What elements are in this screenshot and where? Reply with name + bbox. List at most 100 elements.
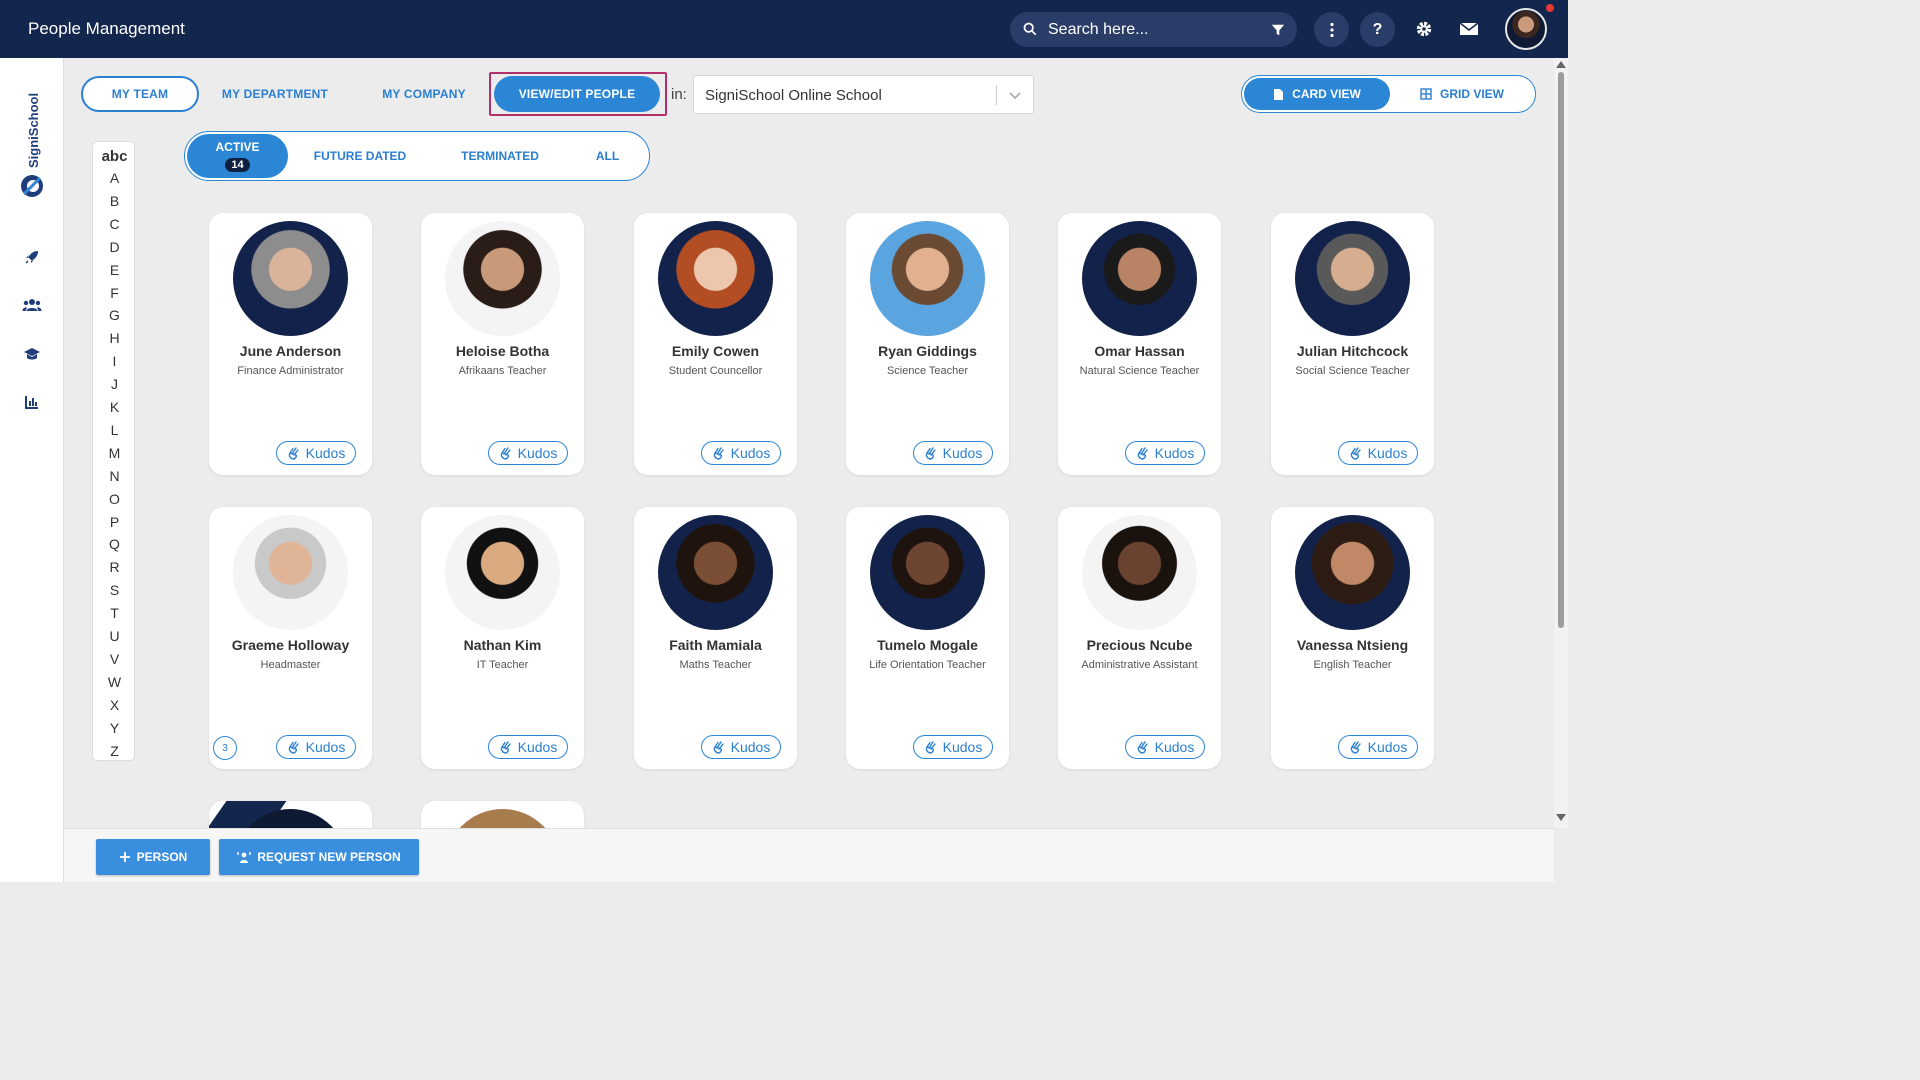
clap-icon bbox=[1350, 741, 1361, 754]
alpha-letter-j[interactable]: J bbox=[93, 376, 136, 392]
add-person-button[interactable]: PERSON bbox=[96, 839, 210, 875]
svg-text:SigniSchool: SigniSchool bbox=[26, 93, 41, 168]
person-name: Vanessa Ntsieng bbox=[1296, 637, 1409, 653]
person-card[interactable]: Precious Ncube Administrative Assistant Ku… bbox=[1058, 507, 1221, 769]
alpha-letter-z[interactable]: Z bbox=[93, 743, 136, 759]
scroll-up-arrow[interactable] bbox=[1556, 61, 1566, 68]
person-card[interactable]: Graeme Holloway Headmaster 3 Kudos bbox=[209, 507, 372, 769]
alpha-letter-c[interactable]: C bbox=[93, 216, 136, 232]
status-tab-all[interactable]: ALL bbox=[580, 134, 635, 178]
kudos-count-bubble[interactable]: 3 bbox=[213, 736, 237, 760]
kudos-button[interactable]: Kudos bbox=[1338, 441, 1418, 465]
kudos-button[interactable]: Kudos bbox=[913, 441, 993, 465]
alpha-letter-u[interactable]: U bbox=[93, 628, 136, 644]
grid-view-button[interactable]: GRID VIEW bbox=[1392, 78, 1532, 110]
alpha-letter-d[interactable]: D bbox=[93, 239, 136, 255]
alpha-letter-v[interactable]: V bbox=[93, 651, 136, 667]
alpha-letter-f[interactable]: F bbox=[93, 285, 136, 301]
alpha-letter-e[interactable]: E bbox=[93, 262, 136, 278]
alpha-letter-g[interactable]: G bbox=[93, 307, 136, 323]
filter-icon[interactable] bbox=[1271, 23, 1285, 37]
alpha-letter-t[interactable]: T bbox=[93, 605, 136, 621]
school-select[interactable]: SigniSchool Online School bbox=[693, 75, 1034, 114]
kudos-button[interactable]: Kudos bbox=[701, 735, 781, 759]
status-tab-active[interactable]: ACTIVE 14 bbox=[187, 134, 288, 178]
person-role: Social Science Teacher bbox=[1295, 365, 1410, 377]
status-tab-future-dated[interactable]: FUTURE DATED bbox=[300, 134, 420, 178]
alpha-letter-i[interactable]: I bbox=[93, 353, 136, 369]
person-card[interactable]: Tumelo Mogale Life Orientation Teacher Kud… bbox=[846, 507, 1009, 769]
person-role: Finance Administrator bbox=[237, 365, 344, 377]
person-card[interactable]: Julian Hitchcock Social Science Teacher Ku… bbox=[1271, 213, 1434, 475]
alpha-letter-h[interactable]: H bbox=[93, 330, 136, 346]
alpha-letter-l[interactable]: L bbox=[93, 422, 136, 438]
kudos-button[interactable]: Kudos bbox=[1338, 735, 1418, 759]
messages-button[interactable] bbox=[1458, 18, 1480, 40]
rail-reports[interactable] bbox=[21, 391, 43, 413]
alpha-all[interactable]: abc bbox=[93, 148, 136, 165]
alpha-letter-y[interactable]: Y bbox=[93, 720, 136, 736]
kudos-label: Kudos bbox=[942, 445, 983, 461]
alpha-letter-p[interactable]: P bbox=[93, 514, 136, 530]
person-card[interactable]: Emily Cowen Student Councellor Kudos bbox=[634, 213, 797, 475]
person-role: Administrative Assistant bbox=[1081, 659, 1198, 671]
search-input[interactable] bbox=[1048, 17, 1258, 42]
alpha-letter-q[interactable]: Q bbox=[93, 536, 136, 552]
request-new-person-button[interactable]: REQUEST NEW PERSON bbox=[219, 839, 419, 875]
person-card-partial[interactable] bbox=[209, 801, 372, 828]
kudos-button[interactable]: Kudos bbox=[276, 441, 356, 465]
tab-my-department[interactable]: MY DEPARTMENT bbox=[209, 76, 341, 112]
kudos-button[interactable]: Kudos bbox=[913, 735, 993, 759]
scroll-down-arrow[interactable] bbox=[1556, 814, 1566, 821]
rail-people[interactable] bbox=[21, 294, 43, 316]
person-card[interactable]: Omar Hassan Natural Science Teacher Kudos bbox=[1058, 213, 1221, 475]
settings-button[interactable] bbox=[1413, 18, 1435, 40]
search-bar[interactable] bbox=[1010, 12, 1297, 47]
help-button[interactable]: ? bbox=[1360, 12, 1395, 47]
status-tab-terminated[interactable]: TERMINATED bbox=[445, 134, 555, 178]
alpha-letter-n[interactable]: N bbox=[93, 468, 136, 484]
person-card[interactable]: Faith Mamiala Maths Teacher Kudos bbox=[634, 507, 797, 769]
alphabet-index: abc ABCDEFGHIJKLMNOPQRSTUVWXYZ bbox=[92, 141, 135, 761]
card-view-button[interactable]: CARD VIEW bbox=[1244, 78, 1390, 110]
alpha-letter-s[interactable]: S bbox=[93, 582, 136, 598]
kudos-label: Kudos bbox=[1154, 739, 1195, 755]
alpha-letter-r[interactable]: R bbox=[93, 559, 136, 575]
in-label: in: bbox=[671, 86, 687, 103]
kudos-button[interactable]: Kudos bbox=[1125, 441, 1205, 465]
person-card[interactable]: Nathan Kim IT Teacher Kudos bbox=[421, 507, 584, 769]
status-active-label: ACTIVE bbox=[215, 140, 260, 154]
chevron-down-icon[interactable] bbox=[1007, 87, 1023, 103]
tab-my-company[interactable]: MY COMPANY bbox=[364, 76, 484, 112]
person-role: English Teacher bbox=[1313, 659, 1392, 671]
person-card[interactable]: Ryan Giddings Science Teacher Kudos bbox=[846, 213, 1009, 475]
alpha-letter-k[interactable]: K bbox=[93, 399, 136, 415]
signischool-logo: SigniSchool bbox=[21, 93, 43, 197]
person-card[interactable]: Heloise Botha Afrikaans Teacher Kudos bbox=[421, 213, 584, 475]
rocket-icon bbox=[25, 251, 38, 264]
scrollbar[interactable] bbox=[1554, 58, 1568, 828]
tab-my-team[interactable]: MY TEAM bbox=[81, 76, 199, 112]
alpha-letter-o[interactable]: O bbox=[93, 491, 136, 507]
kudos-button[interactable]: Kudos bbox=[1125, 735, 1205, 759]
person-name: Nathan Kim bbox=[463, 637, 542, 653]
people-icon bbox=[22, 299, 42, 311]
person-card-partial[interactable] bbox=[421, 801, 584, 828]
kudos-button[interactable]: Kudos bbox=[701, 441, 781, 465]
kudos-button[interactable]: Kudos bbox=[276, 735, 356, 759]
kudos-button[interactable]: Kudos bbox=[488, 735, 568, 759]
alpha-letter-w[interactable]: W bbox=[93, 674, 136, 690]
more-options-button[interactable] bbox=[1314, 12, 1349, 47]
kudos-button[interactable]: Kudos bbox=[488, 441, 568, 465]
person-card[interactable]: Vanessa Ntsieng English Teacher Kudos bbox=[1271, 507, 1434, 769]
kudos-label: Kudos bbox=[517, 445, 558, 461]
alpha-letter-b[interactable]: B bbox=[93, 193, 136, 209]
scroll-thumb[interactable] bbox=[1558, 72, 1564, 628]
alpha-letter-m[interactable]: M bbox=[93, 445, 136, 461]
alpha-letter-a[interactable]: A bbox=[93, 170, 136, 186]
user-avatar[interactable] bbox=[1505, 8, 1547, 50]
rail-launch[interactable] bbox=[21, 246, 43, 268]
alpha-letter-x[interactable]: X bbox=[93, 697, 136, 713]
person-card[interactable]: June Anderson Finance Administrator Kudos bbox=[209, 213, 372, 475]
rail-learning[interactable] bbox=[21, 343, 43, 365]
